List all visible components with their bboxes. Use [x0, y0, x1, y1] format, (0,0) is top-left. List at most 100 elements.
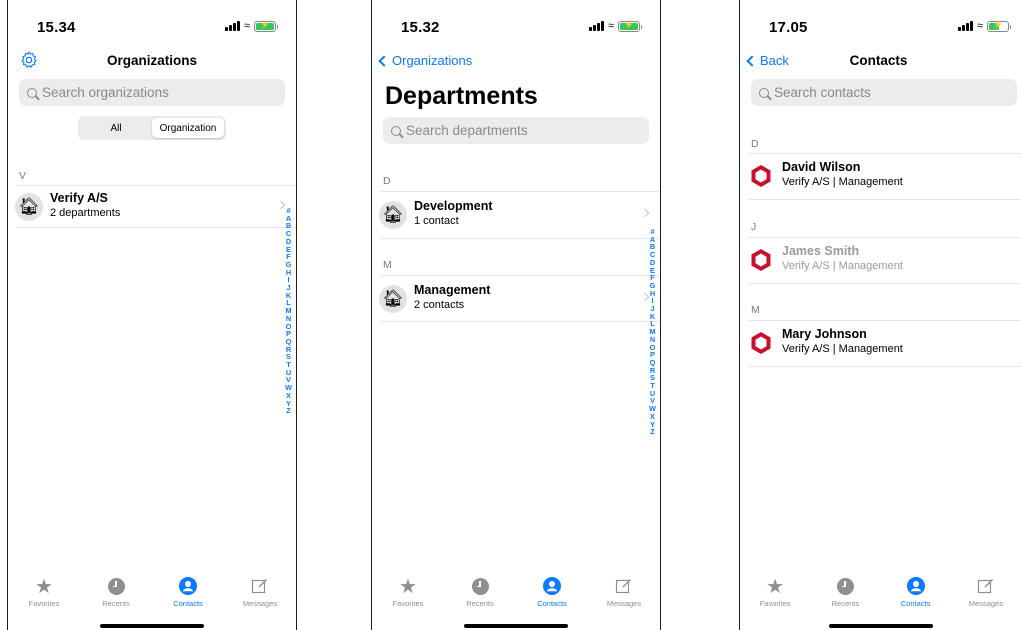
- divider: [748, 237, 1021, 238]
- section-index[interactable]: # A B C D E F G H I J K L M N O P Q R S T U V W X Y Z: [285, 207, 292, 415]
- company-logo-icon: [751, 165, 771, 187]
- tab-bar: ★ Favorites Recents Contacts Messages: [372, 575, 660, 615]
- star-icon: ★: [35, 575, 53, 598]
- divider: [16, 227, 296, 228]
- divider: [380, 191, 660, 192]
- departments-screen: 15.32 ≈ Organizations Departments Search…: [371, 0, 661, 630]
- status-bar: 15.34 ≈: [8, 0, 296, 36]
- tab-contacts[interactable]: Contacts: [516, 575, 588, 615]
- home-indicator: [828, 624, 933, 628]
- segment-all[interactable]: All: [80, 118, 152, 138]
- status-bar: 17.05 ≈: [740, 0, 1021, 36]
- company-logo-icon: [751, 249, 771, 271]
- contact-name: James Smith: [782, 244, 860, 258]
- search-input[interactable]: Search departments: [383, 117, 649, 144]
- contact-subtitle: Verify A/S | Management: [782, 260, 903, 272]
- clock-icon: [836, 575, 854, 597]
- clock-icon: [107, 575, 125, 597]
- clock-icon: [471, 575, 489, 597]
- section-header: D: [383, 175, 391, 187]
- section-index[interactable]: # A B C D E F G H I J K L M N O P Q R S T U V W X Y Z: [649, 228, 656, 436]
- battery-icon: [987, 20, 1011, 32]
- contact-row[interactable]: Mary Johnson Verify A/S | Management: [745, 323, 1021, 363]
- person-circle-icon: [543, 575, 561, 597]
- tab-contacts[interactable]: Contacts: [881, 575, 951, 615]
- status-time: 17.05: [769, 19, 808, 36]
- tab-messages[interactable]: Messages: [951, 575, 1021, 615]
- page-title: Departments: [385, 82, 538, 110]
- tab-bar: ★ Favorites Recents Contacts Messages: [740, 575, 1021, 615]
- contact-row[interactable]: James Smith Verify A/S | Management: [745, 240, 1021, 280]
- tab-messages[interactable]: Messages: [224, 575, 296, 615]
- row-subtitle: 2 departments: [50, 207, 121, 219]
- building-icon: 🏠︎: [379, 285, 407, 313]
- divider: [748, 153, 1021, 154]
- status-bar: 15.32 ≈: [372, 0, 660, 36]
- list-item[interactable]: 🏠︎ Development 1 contact: [377, 195, 660, 235]
- divider: [380, 321, 660, 322]
- tab-favorites[interactable]: ★ Favorites: [740, 575, 810, 615]
- divider: [748, 283, 1021, 284]
- tab-contacts[interactable]: Contacts: [152, 575, 224, 615]
- search-input[interactable]: Search contacts: [751, 79, 1017, 106]
- row-title: Management: [414, 283, 491, 297]
- row-title: Verify A/S: [50, 191, 108, 205]
- search-placeholder: Search contacts: [774, 85, 871, 100]
- search-icon: [759, 87, 769, 98]
- tab-messages[interactable]: Messages: [588, 575, 660, 615]
- compose-icon: [977, 575, 995, 597]
- list-item[interactable]: 🏠︎ Management 2 contacts: [377, 279, 660, 319]
- contact-name: David Wilson: [782, 160, 861, 174]
- tab-recents[interactable]: Recents: [80, 575, 152, 615]
- section-header: M: [383, 259, 392, 271]
- chevron-right-icon: [640, 292, 650, 302]
- compose-icon: [251, 575, 269, 597]
- signal-icon: [589, 21, 604, 31]
- row-title: Development: [414, 199, 493, 213]
- section-header: M: [751, 304, 760, 316]
- back-button[interactable]: Organizations: [378, 53, 473, 68]
- signal-icon: [958, 21, 973, 31]
- divider: [380, 275, 660, 276]
- house-icon: 🏠︎: [15, 193, 43, 221]
- contact-name: Mary Johnson: [782, 327, 867, 341]
- row-subtitle: 1 contact: [414, 215, 459, 227]
- chevron-right-icon: [276, 200, 286, 210]
- contact-subtitle: Verify A/S | Management: [782, 176, 903, 188]
- status-time: 15.32: [401, 19, 440, 36]
- back-label: Organizations: [392, 53, 473, 68]
- search-input[interactable]: Search organizations: [19, 79, 285, 106]
- person-circle-icon: [179, 575, 197, 597]
- company-logo-icon: [751, 332, 771, 354]
- search-icon: [27, 87, 37, 98]
- signal-icon: [225, 21, 240, 31]
- home-indicator: [464, 624, 568, 628]
- person-circle-icon: [906, 575, 925, 597]
- home-indicator: [100, 624, 204, 628]
- tab-favorites[interactable]: ★ Favorites: [8, 575, 80, 615]
- status-time: 15.34: [37, 19, 76, 36]
- divider: [748, 366, 1021, 367]
- tab-recents[interactable]: Recents: [810, 575, 880, 615]
- wifi-icon: ≈: [976, 20, 983, 32]
- contact-row[interactable]: David Wilson Verify A/S | Management: [745, 156, 1021, 196]
- section-header: J: [751, 221, 757, 233]
- battery-icon: [254, 20, 278, 32]
- row-subtitle: 2 contacts: [414, 299, 465, 311]
- contacts-screen: 17.05 ≈ Back Contacts Search contacts D …: [739, 0, 1021, 630]
- battery-icon: [618, 20, 642, 32]
- search-placeholder: Search departments: [406, 123, 528, 138]
- tab-favorites[interactable]: ★ Favorites: [372, 575, 444, 615]
- index-letter[interactable]: Z: [286, 407, 291, 415]
- star-icon: ★: [399, 575, 417, 598]
- index-letter[interactable]: Z: [650, 428, 655, 436]
- contact-subtitle: Verify A/S | Management: [782, 343, 903, 355]
- page-title: Organizations: [106, 53, 197, 68]
- tab-bar: ★ Favorites Recents Contacts Messages: [8, 575, 296, 615]
- star-icon: ★: [766, 575, 785, 598]
- compose-icon: [615, 575, 633, 597]
- tab-recents[interactable]: Recents: [444, 575, 516, 615]
- list-item[interactable]: 🏠︎ Verify A/S 2 departments: [13, 187, 296, 227]
- segment-organization[interactable]: Organization: [152, 118, 224, 138]
- divider: [748, 199, 1021, 200]
